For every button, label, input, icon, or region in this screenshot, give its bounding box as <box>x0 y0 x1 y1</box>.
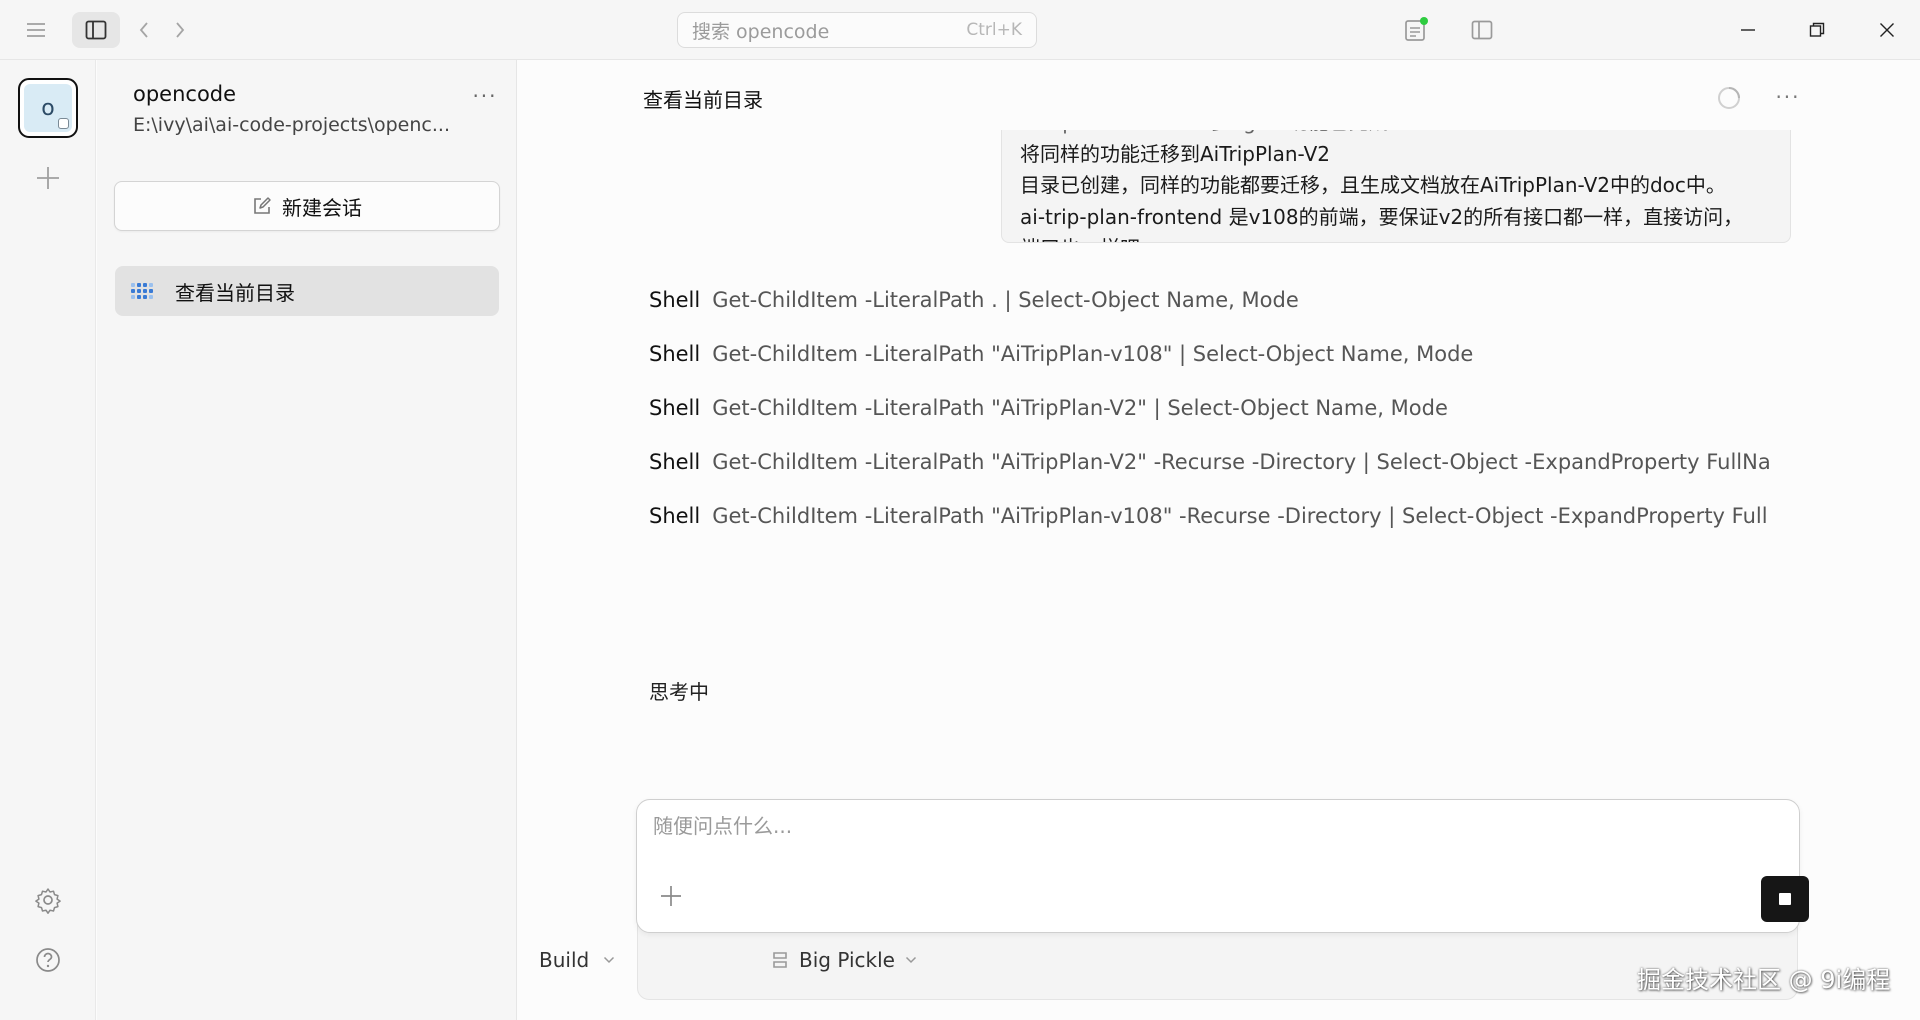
project-more-button[interactable]: ··· <box>467 82 503 110</box>
chat-panel: 查看当前目录 ··· AiTripPlan-v108 -> 多agent功能已完… <box>518 60 1920 1020</box>
tool-name: Shell <box>649 342 701 366</box>
right-panel-icon[interactable] <box>1462 12 1502 48</box>
forward-icon[interactable] <box>166 14 194 46</box>
tool-call-row[interactable]: Shell Get-ChildItem -LiteralPath "AiTripP… <box>649 504 1769 528</box>
tool-call-row[interactable]: Shell Get-ChildItem -LiteralPath "AiTripP… <box>649 396 1769 420</box>
tool-name: Shell <box>649 288 701 312</box>
model-label: Big Pickle <box>799 948 895 972</box>
tool-name: Shell <box>649 504 701 528</box>
help-icon[interactable] <box>30 942 66 978</box>
watermark-text: 掘金技术社区 @ 9i编程 <box>1637 966 1891 994</box>
stop-icon <box>1779 893 1791 905</box>
user-message-line: 端口也一样吧。 <box>1020 233 1772 242</box>
chevron-down-icon <box>905 956 916 964</box>
chat-more-button[interactable]: ··· <box>1770 82 1806 112</box>
tool-command: Get-ChildItem -LiteralPath . | Select-Ob… <box>712 288 1299 312</box>
menu-icon[interactable] <box>18 12 54 48</box>
session-active-icon <box>131 283 153 299</box>
search-shortcut: Ctrl+K <box>966 20 1022 40</box>
review-icon[interactable] <box>1396 12 1436 48</box>
composer <box>636 799 1809 933</box>
tool-name: Shell <box>649 450 701 474</box>
agent-mode-select[interactable]: Build <box>539 948 615 972</box>
tool-command: Get-ChildItem -LiteralPath "AiTripPlan-v… <box>712 504 1769 528</box>
tool-command: Get-ChildItem -LiteralPath "AiTripPlan-v… <box>712 342 1474 366</box>
spinner-icon <box>1715 84 1743 112</box>
edit-icon <box>254 197 271 214</box>
tool-command: Get-ChildItem -LiteralPath "AiTripPlan-V… <box>712 450 1769 474</box>
close-button[interactable] <box>1852 0 1920 60</box>
project-initial: o <box>41 95 55 121</box>
tool-call-row[interactable]: Shell Get-ChildItem -LiteralPath "AiTripP… <box>649 342 1769 366</box>
back-icon[interactable] <box>130 14 158 46</box>
search-input[interactable]: 搜索 opencode Ctrl+K <box>677 12 1037 48</box>
session-sidebar: opencode E:\ivy\ai\ai-code-projects\open… <box>97 60 517 1020</box>
maximize-button[interactable] <box>1782 0 1852 60</box>
chevron-down-icon <box>604 956 615 964</box>
project-badge-icon <box>58 118 69 129</box>
app-window: 搜索 opencode Ctrl+K o opencode E:\ivy\ai\… <box>0 0 1920 1020</box>
tool-call-row[interactable]: Shell Get-ChildItem -LiteralPath . | Sele… <box>649 288 1769 312</box>
project-avatar: o <box>24 84 72 132</box>
new-session-label: 新建会话 <box>282 195 362 220</box>
project-path: E:\ivy\ai\ai-code-projects\openc... <box>133 114 450 136</box>
project-name: opencode <box>133 82 237 106</box>
more-icon: ··· <box>1775 85 1801 109</box>
more-icon: ··· <box>472 84 498 108</box>
user-message-line: ai-trip-plan-frontend 是v108的前端，要保证v2的所有接… <box>1020 204 1744 229</box>
tool-call-row[interactable]: Shell Get-ChildItem -LiteralPath "AiTripP… <box>649 450 1769 474</box>
prompt-input[interactable] <box>653 814 1753 838</box>
search-placeholder: 搜索 opencode <box>692 20 830 43</box>
project-rail: o <box>0 60 96 1020</box>
model-provider-icon <box>773 952 787 968</box>
sidebar-toggle-icon[interactable] <box>72 12 120 48</box>
attach-icon[interactable] <box>655 880 687 912</box>
minimize-button[interactable] <box>1713 0 1783 60</box>
settings-icon[interactable] <box>30 882 66 918</box>
thinking-status: 思考中 <box>649 680 709 704</box>
new-session-button[interactable]: 新建会话 <box>114 181 500 231</box>
model-select[interactable]: Big Pickle <box>771 948 917 972</box>
project-tile[interactable]: o <box>18 78 78 138</box>
session-title: 查看当前目录 <box>175 280 295 305</box>
user-message-line: 将同样的功能迁移到AiTripPlan-V2 <box>1020 141 1330 166</box>
tool-name: Shell <box>649 396 701 420</box>
stop-button[interactable] <box>1761 876 1809 922</box>
add-project-icon[interactable] <box>30 160 66 196</box>
agent-mode-label: Build <box>539 948 590 972</box>
chat-title: 查看当前目录 <box>643 88 763 112</box>
tool-command: Get-ChildItem -LiteralPath "AiTripPlan-V… <box>712 396 1448 420</box>
user-message-line: AiTripPlan-v108 -> 多agent功能已完成 <box>1020 130 1772 139</box>
session-item[interactable]: 查看当前目录 <box>115 266 499 316</box>
user-message: AiTripPlan-v108 -> 多agent功能已完成 将同样的功能迁移到… <box>1001 130 1791 243</box>
title-bar: 搜索 opencode Ctrl+K <box>0 0 1920 60</box>
user-message-line: 目录已创建，同样的功能都要迁移，且生成文档放在AiTripPlan-V2中的do… <box>1020 173 1726 197</box>
